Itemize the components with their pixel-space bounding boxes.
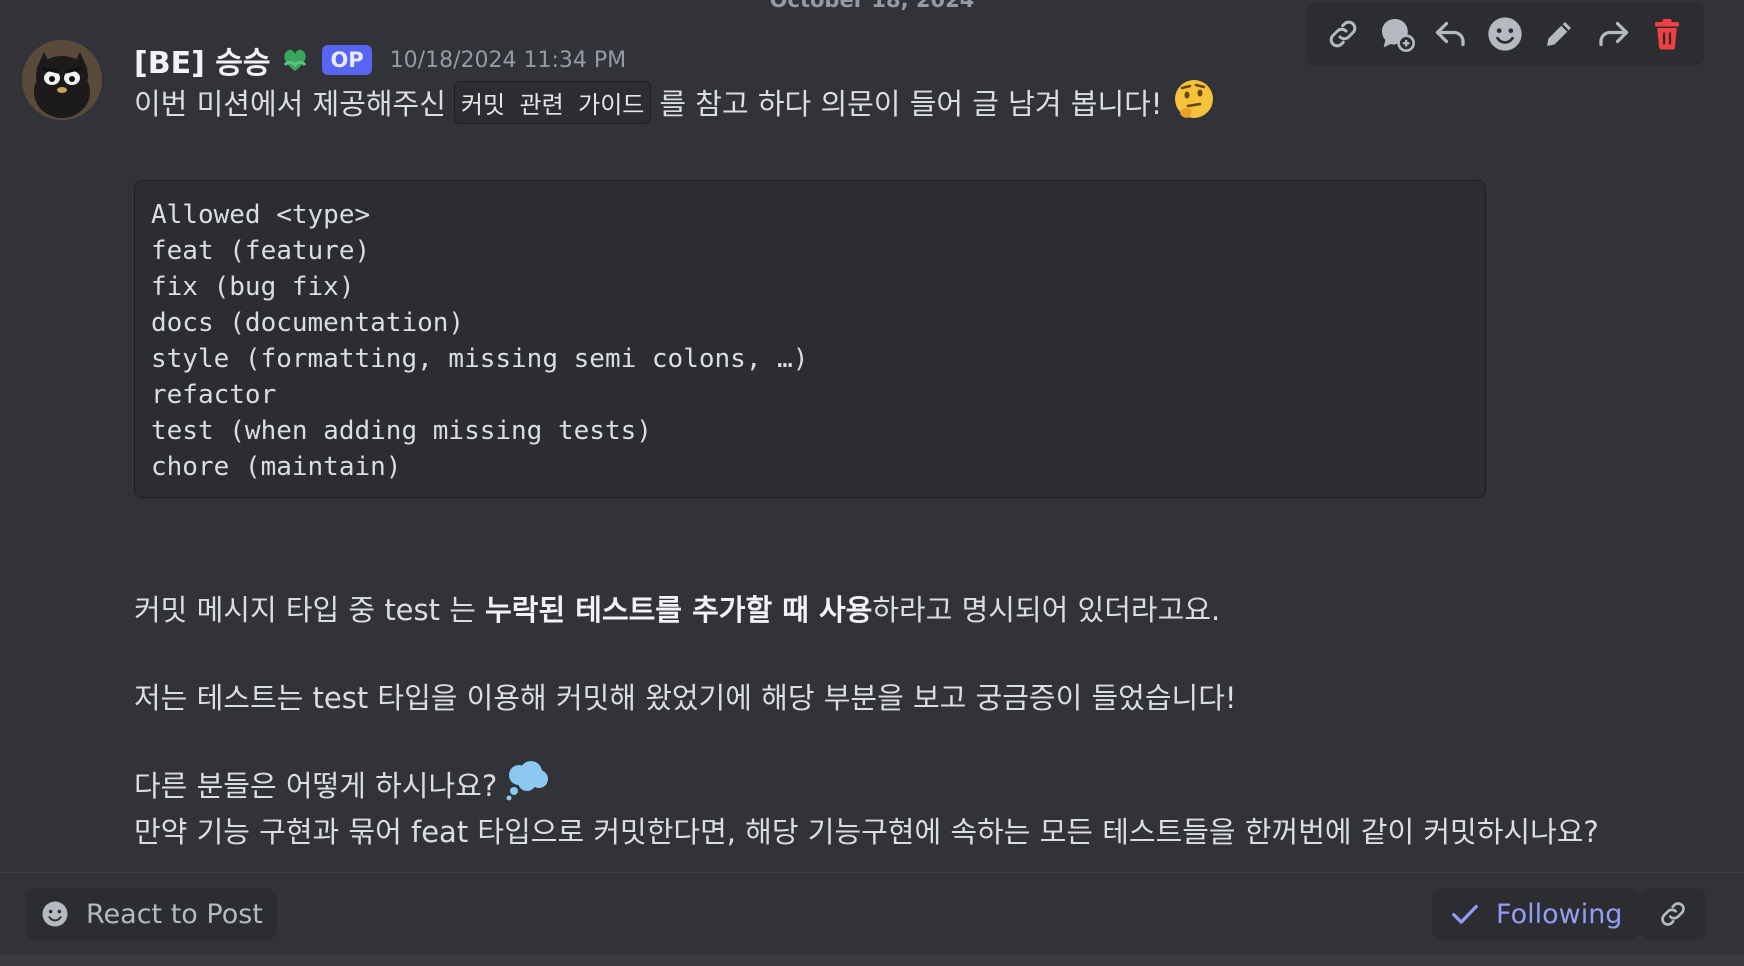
op-badge: OP xyxy=(322,45,372,75)
code-line: style (formatting, missing semi colons, … xyxy=(151,344,809,374)
delete-icon xyxy=(1655,19,1679,50)
code-line: feat (feature) xyxy=(151,236,371,266)
avatar[interactable] xyxy=(22,40,102,120)
create-thread-button[interactable] xyxy=(1375,12,1419,56)
message-paragraph-1: 커밋 메시지 타입 중 test 는 누락된 테스트를 추가할 때 사용 하라고… xyxy=(134,586,1220,630)
link-icon xyxy=(1329,20,1357,48)
copy-post-link-button[interactable] xyxy=(1640,888,1706,940)
react-to-post-label: React to Post xyxy=(86,898,263,930)
delete-button[interactable] xyxy=(1645,12,1689,56)
react-to-post-button[interactable]: React to Post xyxy=(26,888,277,940)
code-line: Allowed <type> xyxy=(151,200,371,230)
thought-balloon-icon xyxy=(505,760,551,808)
checkmark-icon xyxy=(1452,904,1478,924)
code-block: Allowed <type> feat (feature) fix (bug f… xyxy=(134,180,1486,498)
code-line: docs (documentation) xyxy=(151,308,465,338)
p2-text: 저는 테스트는 test 타입을 이용해 커밋해 왔었기에 해당 부분을 보고 … xyxy=(134,681,1237,715)
message-paragraph-3: 다른 분들은 어떻게 하시나요? xyxy=(134,760,551,808)
edit-icon xyxy=(1547,22,1571,46)
role-icon xyxy=(278,41,312,79)
copy-link-button[interactable] xyxy=(1321,12,1365,56)
code-line: test (when adding missing tests) xyxy=(151,416,652,446)
p1-text-before: 커밋 메시지 타입 중 test 는 xyxy=(134,593,486,627)
message-header: [BE] 승승 OP 10/18/2024 11:34 PM xyxy=(134,38,626,82)
reply-button[interactable] xyxy=(1429,12,1473,56)
message-paragraph-4: 만약 기능 구현과 묶어 feat 타입으로 커밋한다면, 해당 기능구현에 속… xyxy=(134,808,1599,852)
message-toolbar xyxy=(1306,2,1704,66)
inline-code: 커밋 관련 가이드 xyxy=(453,80,652,124)
code-line: fix (bug fix) xyxy=(151,272,355,302)
thinking-face-icon xyxy=(1172,77,1216,128)
message-intro: 이번 미션에서 제공해주신 커밋 관련 가이드 를 참고 하다 의문이 들어 글… xyxy=(134,78,1216,126)
emoji-icon xyxy=(1488,17,1522,51)
author-name[interactable]: [BE] 승승 xyxy=(134,38,270,82)
post-footer: React to Post Following xyxy=(0,873,1744,955)
emoji-icon xyxy=(42,901,68,927)
p1-text-after: 하라고 명시되어 있더라고요. xyxy=(872,593,1221,627)
add-reaction-button[interactable] xyxy=(1483,12,1527,56)
following-button[interactable]: Following xyxy=(1432,888,1641,940)
code-line: chore (maintain) xyxy=(151,452,402,482)
intro-text-after: 를 참고 하다 의문이 들어 글 남겨 봅니다! xyxy=(659,87,1163,121)
cat-avatar-icon xyxy=(22,40,102,120)
post-view: October 18, 2024 [BE] 승승 OP 10/18/2024 1… xyxy=(0,0,1744,966)
bottom-edge xyxy=(0,955,1744,966)
forward-button[interactable] xyxy=(1591,12,1635,56)
code-line: refactor xyxy=(151,380,277,410)
p1-bold-text: 누락된 테스트를 추가할 때 사용 xyxy=(485,593,873,627)
thread-icon xyxy=(1382,19,1415,53)
link-icon xyxy=(1661,902,1685,926)
following-label: Following xyxy=(1496,898,1623,930)
reply-icon xyxy=(1435,21,1465,47)
edit-button[interactable] xyxy=(1537,12,1581,56)
p3-text: 다른 분들은 어떻게 하시나요? xyxy=(134,769,498,803)
message-paragraph-2: 저는 테스트는 test 타입을 이용해 커밋해 왔었기에 해당 부분을 보고 … xyxy=(134,674,1237,718)
forward-icon xyxy=(1599,21,1629,47)
intro-text-before: 이번 미션에서 제공해주신 xyxy=(134,87,446,121)
timestamp: 10/18/2024 11:34 PM xyxy=(389,47,627,73)
p4-text: 만약 기능 구현과 묶어 feat 타입으로 커밋한다면, 해당 기능구현에 속… xyxy=(134,815,1599,849)
